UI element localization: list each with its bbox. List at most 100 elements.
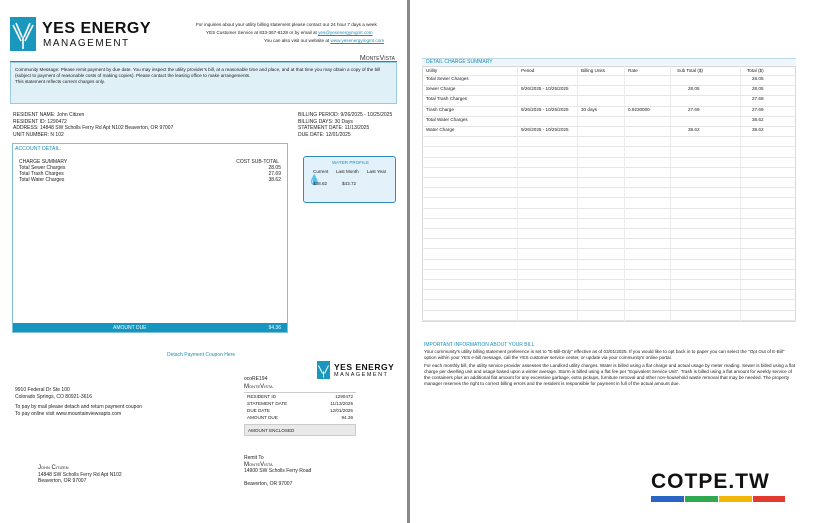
billing-info: BILLING PERIOD: 9/26/2025 - 10/25/2025 B… bbox=[298, 112, 392, 138]
coupon-property: MonteVista bbox=[244, 384, 273, 390]
detail-header-units: Billing Units bbox=[581, 68, 605, 73]
resident-info: RESIDENT NAME: John Citizen RESIDENT ID:… bbox=[13, 112, 173, 138]
amount-enclosed-field[interactable]: AMOUNT ENCLOSED bbox=[244, 424, 356, 436]
amount-due-bar: AMOUNT DUE 94.36 bbox=[13, 323, 287, 332]
charge-row: Total Water Charges 38.62 bbox=[19, 177, 281, 183]
important-para2: For each monthly bill, the utility servi… bbox=[424, 363, 796, 386]
coupon-amount-due-label: AMOUNT DUE bbox=[247, 415, 278, 420]
website-line: You can also visit our website at www.ye… bbox=[264, 38, 384, 44]
water-value-current: $38.62 bbox=[313, 181, 328, 186]
resident-address: ADDRESS: 14848 SW Scholls Ferry Rd Apt N… bbox=[13, 125, 174, 132]
amount-due-value: 94.36 bbox=[268, 325, 281, 331]
statement-date: STATEMENT DATE: 11/13/2025 bbox=[298, 125, 370, 132]
detail-cell: 28.05 bbox=[752, 76, 764, 81]
coupon-amount-due-value: 94.36 bbox=[341, 415, 354, 420]
community-message-box: Community Message: Please remit payment … bbox=[10, 62, 397, 104]
detail-column-line bbox=[577, 66, 578, 322]
account-detail-title: ACCOUNT DETAIL: bbox=[15, 146, 62, 152]
detail-cell: 27.69 bbox=[752, 96, 764, 102]
coupon-brand-subtitle: MANAGEMENT bbox=[334, 372, 389, 378]
amount-due-label: AMOUNT DUE bbox=[113, 325, 147, 331]
coupon-due-date-label: DUE DATE bbox=[247, 408, 270, 413]
website-text: You can also visit our website at bbox=[264, 38, 330, 43]
detail-cell: 27.69 bbox=[752, 106, 764, 112]
watermark-stripe bbox=[651, 496, 785, 502]
water-header-current: Current bbox=[313, 169, 329, 174]
remit-to-addr1: 14900 SW Scholls Ferry Road bbox=[244, 468, 312, 475]
service-text: YES Customer Service at 833-367-6128 or … bbox=[206, 30, 317, 35]
detail-column-line bbox=[624, 66, 625, 322]
community-message: Community Message: Please remit payment … bbox=[15, 67, 381, 78]
due-date: DUE DATE: 12/01/2025 bbox=[298, 131, 351, 138]
water-header-last-month: Last Month bbox=[336, 169, 359, 174]
statement-note: This statement reflects current charges … bbox=[15, 79, 106, 84]
coupon-logo-icon bbox=[317, 361, 330, 379]
coupon-code: ocoRE194 bbox=[244, 376, 268, 382]
detail-cell: 9/26/2025 - 10/25/2025 bbox=[521, 106, 569, 112]
charge-summary-list: Total Sewer Charges 28.05 Total Trash Cha… bbox=[19, 165, 281, 183]
account-detail-box: ACCOUNT DETAIL: CHARGE SUMMARY COST SUB-… bbox=[12, 143, 288, 333]
detail-cell: 0.9230000 bbox=[628, 106, 650, 112]
coupon-resident-id-label: RESIDENT ID bbox=[247, 394, 277, 399]
coupon-brand-name: YES ENERGY bbox=[334, 362, 395, 372]
detail-cell: 28.05 bbox=[688, 86, 700, 92]
detail-cell: 30 days bbox=[581, 106, 598, 112]
remit-to-label: Remit To bbox=[244, 455, 264, 461]
coupon-resident-id-value: 1290472 bbox=[335, 394, 353, 399]
detail-cell: 38.62 bbox=[752, 116, 764, 122]
coupon-statement-date-label: STATEMENT DATE bbox=[247, 401, 288, 406]
amount-enclosed-label: AMOUNT ENCLOSED bbox=[248, 428, 295, 433]
statement-page-front: YES ENERGY MANAGEMENT For inquiries abou… bbox=[0, 0, 407, 523]
remit-to-name: MonteVista bbox=[244, 461, 273, 468]
resident-id: RESIDENT ID: 1290472 bbox=[13, 118, 67, 125]
stripe-yellow bbox=[719, 496, 752, 502]
stripe-red bbox=[753, 496, 785, 502]
coupon-resident-addr1: 14848 SW Scholls Ferry Rd Apt N102 bbox=[38, 471, 122, 478]
remit-address-line2: Colorado Springs, CO 80921-3616 bbox=[15, 393, 92, 400]
important-title: IMPORTANT INFORMATION ABOUT YOUR BILL bbox=[424, 342, 535, 348]
detail-header-rate: Rate bbox=[628, 68, 638, 73]
pay-mail-text: To pay by mail please detach and return … bbox=[15, 404, 143, 411]
detail-header-utility: Utility bbox=[426, 68, 438, 73]
detail-cell: Total Trash Charges bbox=[426, 96, 468, 102]
yes-energy-logo-icon bbox=[10, 17, 36, 51]
detail-cell: 9/26/2025 - 10/25/2025 bbox=[521, 86, 569, 92]
detail-cell: Water Charge bbox=[426, 127, 455, 132]
detail-cell: 38.62 bbox=[752, 127, 764, 132]
detail-cell: Sewer Charge bbox=[426, 86, 456, 92]
coupon-resident-addr2: Beaverton, OR 97007 bbox=[38, 478, 87, 485]
detail-cell: 38.62 bbox=[688, 127, 700, 132]
detail-cell: Trash Charge bbox=[426, 106, 454, 112]
remit-address-line1: 9910 Federal Dr Ste 100 bbox=[15, 387, 70, 393]
coupon-resident-name: John Citizen bbox=[38, 465, 69, 471]
brand-subtitle: MANAGEMENT bbox=[43, 38, 130, 49]
coupon-resident-block: John Citizen 14848 SW Scholls Ferry Rd A… bbox=[38, 465, 122, 485]
detail-column-line bbox=[517, 66, 518, 322]
inquiry-text: For inquiries about your utility billing… bbox=[196, 22, 377, 27]
website-link[interactable]: www.yesenergymgmt.com bbox=[330, 38, 384, 43]
billing-days: BILLING DAYS: 30 Days bbox=[298, 118, 353, 125]
watermark-text: COTPE.TW bbox=[651, 470, 770, 493]
detail-cell: Total Water Charges bbox=[426, 116, 468, 122]
service-email-link[interactable]: yes@yesenergymgmt.com bbox=[318, 30, 372, 35]
detail-cell: Total Sewer Charges bbox=[426, 76, 469, 81]
charge-value: 38.62 bbox=[268, 177, 281, 183]
stripe-green bbox=[685, 496, 718, 502]
important-para1: Your community's utility billing stateme… bbox=[424, 349, 785, 360]
water-profile-box: WATER PROFILE 💧 Current Last Month Last … bbox=[303, 156, 396, 203]
detail-title: DETAIL CHARGE SUMMARY bbox=[426, 59, 493, 65]
detail-column-line bbox=[670, 66, 671, 322]
remit-address-block: 9910 Federal Dr Ste 100 Colorado Springs… bbox=[15, 387, 142, 417]
resident-name: RESIDENT NAME: John Citizen bbox=[13, 112, 85, 118]
detail-header-total: Total ($) bbox=[747, 68, 764, 73]
water-profile-title: WATER PROFILE bbox=[332, 160, 370, 165]
water-header-last-year: Last Year bbox=[367, 169, 387, 174]
unit-number: UNIT NUMBER: N 102 bbox=[13, 131, 64, 138]
water-value-last-month: $43.72 bbox=[342, 181, 357, 186]
stripe-blue bbox=[651, 496, 684, 502]
detail-header-period: Period bbox=[521, 68, 535, 73]
detail-column-line bbox=[740, 66, 741, 322]
coupon-statement-date-value: 11/13/2025 bbox=[330, 401, 353, 406]
coupon-due-date-value: 12/01/2025 bbox=[330, 408, 353, 413]
billing-period: BILLING PERIOD: 9/26/2025 - 10/25/2025 bbox=[298, 112, 393, 118]
